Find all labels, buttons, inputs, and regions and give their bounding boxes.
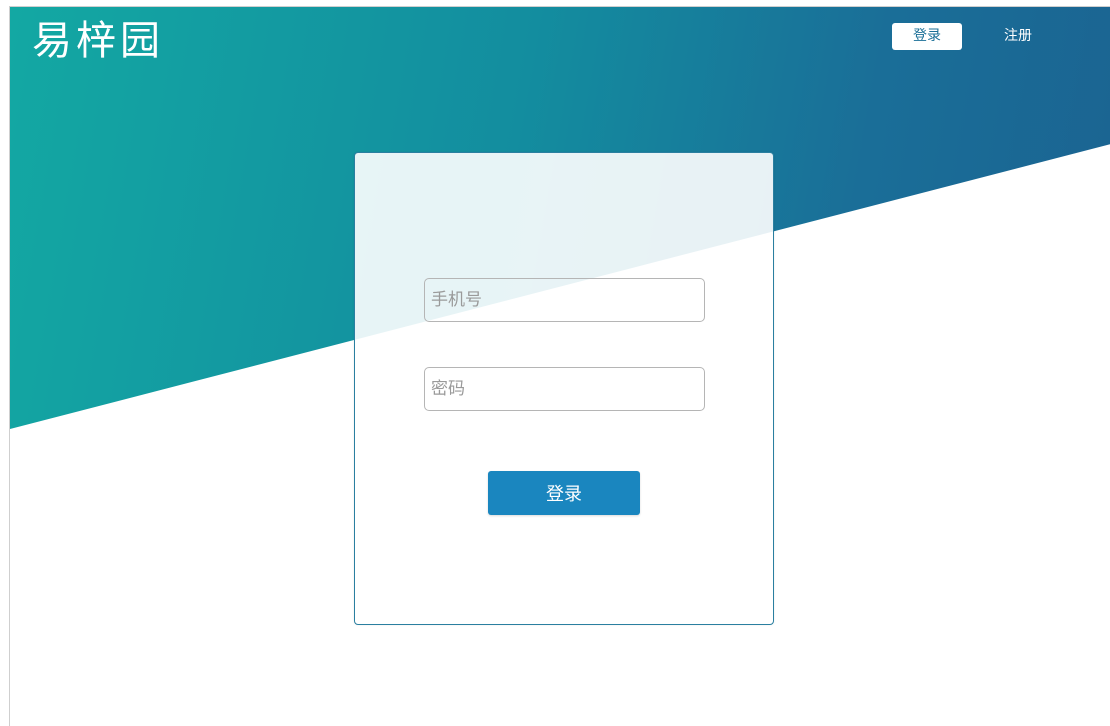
phone-input[interactable]: [424, 278, 705, 322]
nav-login-button[interactable]: 登录: [892, 23, 962, 50]
page: 易梓园 登录 注册 登录: [9, 6, 1110, 726]
password-input[interactable]: [424, 367, 705, 411]
login-submit-button[interactable]: 登录: [488, 471, 640, 515]
site-logo[interactable]: 易梓园: [32, 13, 164, 69]
nav-register-link[interactable]: 注册: [994, 23, 1042, 50]
login-card: 登录: [354, 152, 774, 625]
